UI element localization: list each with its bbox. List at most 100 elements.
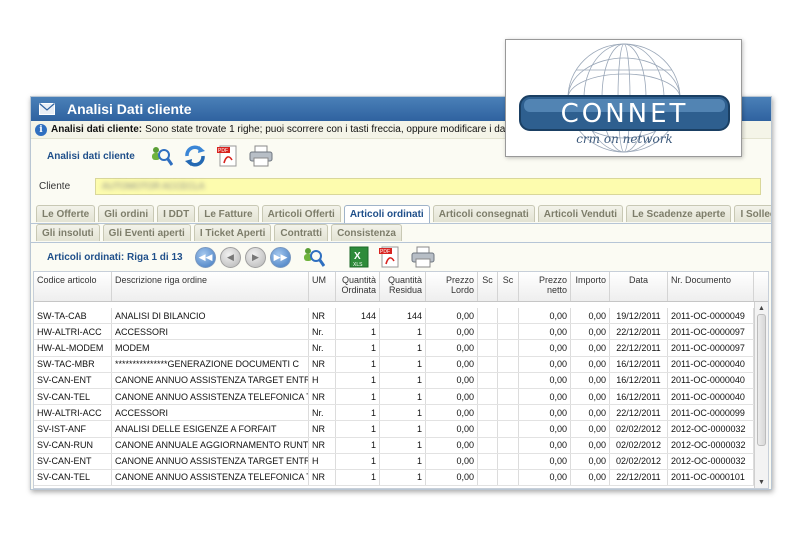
table-row[interactable]: SV-CAN-ENT CANONE ANNUO ASSISTENZA TARGET… — [34, 372, 768, 389]
scroll-down-icon[interactable]: ▼ — [755, 476, 768, 488]
table-cell: HW-ALTRI-ACC — [34, 405, 112, 421]
search-people-icon[interactable] — [149, 144, 173, 168]
table-cell: Nr. — [309, 340, 336, 356]
refresh-icon[interactable] — [183, 144, 207, 168]
table-cell: 0,00 — [519, 453, 571, 469]
grid-scrollbar[interactable]: ▲ ▼ — [754, 302, 768, 488]
printer-icon[interactable] — [411, 246, 435, 268]
tab-row-1: Le Offerte Gli ordini I DDT Le Fatture Artic… — [31, 205, 771, 223]
table-cell: 144 — [380, 308, 426, 324]
table-cell: 0,00 — [571, 405, 610, 421]
scroll-up-icon[interactable]: ▲ — [755, 302, 768, 314]
column-header[interactable]: Prezzo Lordo — [426, 272, 478, 301]
svg-text:PDF: PDF — [218, 148, 228, 154]
table-cell: SV-IST-ANF — [34, 421, 112, 437]
table-cell: ACCESSORI — [112, 324, 309, 340]
client-field[interactable]: AUTOMOTOR ACCECLA — [95, 177, 761, 195]
table-row[interactable]: SW-TA-CAB ANALISI DI BILANCIO NR 144 144 0,00… — [34, 308, 768, 325]
column-header[interactable]: Nr. Documento — [668, 272, 754, 301]
tab-le-fatture[interactable]: Le Fatture — [198, 205, 259, 222]
table-cell: 1 — [380, 453, 426, 469]
previous-record-button[interactable]: ◀ — [220, 246, 241, 268]
table-row[interactable]: HW-ALTRI-ACC ACCESSORI Nr. 1 1 0,00 0,00 0,00 22… — [34, 405, 768, 422]
table-cell: 16/12/2011 — [610, 356, 668, 372]
column-header[interactable]: Quantità Ordinata — [336, 272, 380, 301]
column-header[interactable]: Prezzo netto — [519, 272, 571, 301]
screenshot-canvas: Analisi Dati cliente i Analisi dati clie… — [0, 0, 800, 542]
table-cell: MODEM — [112, 340, 309, 356]
table-cell: ACCESSORI — [112, 405, 309, 421]
table-cell: 0,00 — [571, 372, 610, 388]
table-row[interactable]: HW-ALTRI-ACC ACCESSORI Nr. 1 1 0,00 0,00 0,00 22… — [34, 324, 768, 341]
table-row[interactable]: SV-CAN-RUN CANONE ANNUALE AGGIORNAMENTO R… — [34, 437, 768, 454]
table-cell: 2011-OC-0000101 — [668, 469, 754, 486]
column-header[interactable]: UM — [309, 272, 336, 301]
table-cell: 1 — [336, 324, 380, 340]
table-cell: Nr. — [309, 324, 336, 340]
column-header[interactable]: Quantità Residua — [380, 272, 426, 301]
table-cell: 0,00 — [519, 308, 571, 324]
logo-tagline: crm on network — [576, 132, 673, 146]
excel-export-icon[interactable]: X XLS — [349, 246, 369, 268]
tab-le-offerte[interactable]: Le Offerte — [36, 205, 96, 222]
table-cell: NR — [309, 308, 336, 324]
table-cell: ***************GENERAZIONE DOCUMENTI C — [112, 356, 309, 372]
table-cell: 0,00 — [571, 453, 610, 469]
table-cell: 0,00 — [571, 388, 610, 405]
table-row[interactable]: SV-CAN-ENT CANONE ANNUO ASSISTENZA TARGET… — [34, 453, 768, 470]
table-row[interactable]: SV-CAN-TEL CANONE ANNUO ASSISTENZA TELEFO… — [34, 388, 768, 406]
tab-contratti[interactable]: Contratti — [274, 224, 329, 241]
tab-articoli-ordinati[interactable]: Articoli ordinati — [343, 205, 430, 223]
table-cell — [498, 421, 519, 437]
column-header[interactable]: Sc — [478, 272, 498, 301]
scroll-thumb[interactable] — [757, 314, 766, 446]
next-record-button[interactable]: ▶ — [245, 246, 266, 268]
table-cell: 1 — [336, 356, 380, 372]
table-row[interactable]: SW-TAC-MBR ***************GENERAZIONE DOC… — [34, 356, 768, 373]
tab-le-scadenze-aperte[interactable]: Le Scadenze aperte — [626, 205, 732, 222]
tab-articoli-offerti[interactable]: Articoli Offerti — [261, 205, 341, 222]
tab-articoli-consegnati[interactable]: Articoli consegnati — [432, 205, 535, 222]
table-row[interactable]: HW-AL-MODEM MODEM Nr. 1 1 0,00 0,00 0,00 22/12/2… — [34, 340, 768, 357]
table-cell: 0,00 — [519, 421, 571, 437]
table-row[interactable]: SV-IST-ANF ANALISI DELLE ESIGENZE A FORFA… — [34, 421, 768, 438]
table-cell: 0,00 — [426, 421, 478, 437]
table-cell: 0,00 — [571, 421, 610, 437]
table-cell: 0,00 — [519, 388, 571, 405]
table-cell — [478, 308, 498, 324]
table-cell: 1 — [336, 340, 380, 356]
tab-articoli-venduti[interactable]: Articoli Venduti — [537, 205, 624, 222]
table-cell: 2011-OC-0000040 — [668, 388, 754, 405]
svg-text:XLS: XLS — [353, 262, 363, 268]
tab-i-ticket-aperti[interactable]: I Ticket Aperti — [193, 224, 272, 241]
table-cell — [498, 437, 519, 453]
table-cell: 1 — [380, 356, 426, 372]
table-cell: 0,00 — [426, 356, 478, 372]
tab-i-ddt[interactable]: I DDT — [157, 205, 196, 222]
tab-gli-eventi-aperti[interactable]: Gli Eventi aperti — [102, 224, 191, 241]
tab-gli-ordini[interactable]: Gli ordini — [98, 205, 155, 222]
printer-icon[interactable] — [249, 145, 273, 167]
last-record-button[interactable]: ▶▶ — [270, 246, 291, 268]
tab-i-solleciti[interactable]: I Solleciti — [734, 205, 771, 222]
search-people-icon[interactable] — [301, 245, 325, 269]
column-header[interactable]: Codice articolo — [34, 272, 112, 301]
table-cell — [498, 340, 519, 356]
table-cell: 2012-OC-0000032 — [668, 437, 754, 453]
first-record-button[interactable]: ◀◀ — [195, 246, 216, 268]
column-header[interactable]: Sc — [498, 272, 519, 301]
tab-gli-insoluti[interactable]: Gli insoluti — [36, 224, 100, 241]
table-cell: 1 — [380, 437, 426, 453]
table-cell: 02/02/2012 — [610, 437, 668, 453]
column-header[interactable]: Descrizione riga ordine — [112, 272, 309, 301]
column-header[interactable]: Data — [610, 272, 668, 301]
pdf-icon[interactable]: PDF — [379, 245, 401, 269]
client-row: Cliente AUTOMOTOR ACCECLA — [31, 173, 771, 199]
table-cell: HW-ALTRI-ACC — [34, 324, 112, 340]
table-cell: SV-CAN-ENT — [34, 453, 112, 469]
tab-consistenza[interactable]: Consistenza — [331, 224, 402, 241]
table-row[interactable]: SV-CAN-TEL CANONE ANNUO ASSISTENZA TELEFO… — [34, 469, 768, 487]
pdf-icon[interactable]: PDF — [216, 144, 239, 168]
column-header[interactable]: Importo — [571, 272, 610, 301]
table-cell: 1 — [336, 453, 380, 469]
